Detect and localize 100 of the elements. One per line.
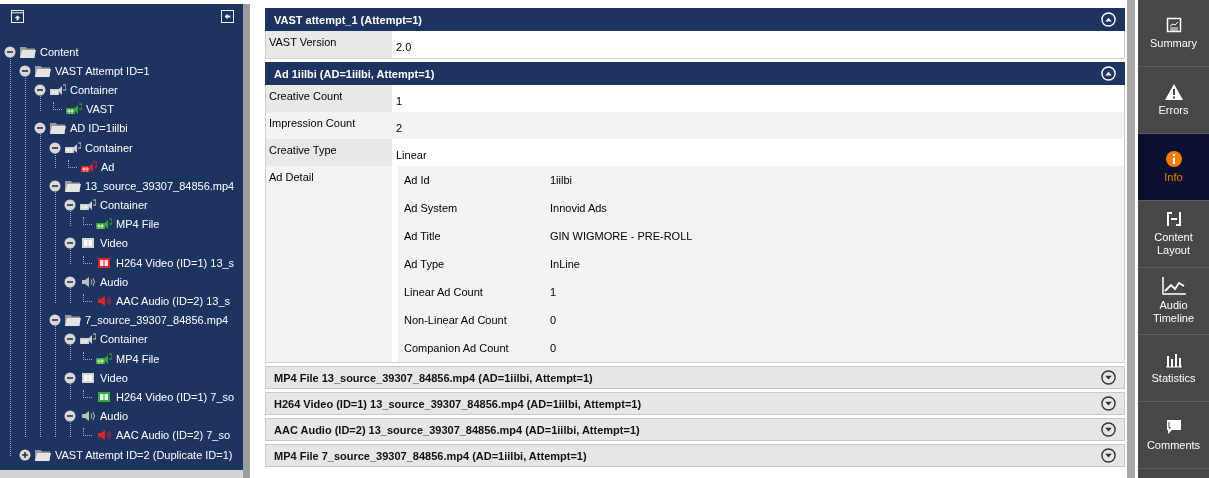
collapse-icon[interactable]	[64, 237, 76, 250]
collapse-icon[interactable]	[64, 333, 76, 346]
section-header[interactable]: AAC Audio (ID=2) 13_source_39307_84856.mp4 (AD=1iilbi, Attempt=1)	[265, 418, 1125, 441]
section-title: MP4 File 13_source_39307_84856.mp4 (AD=1iilbi, Attempt=1)	[274, 371, 593, 384]
scrollbar[interactable]	[243, 4, 250, 478]
expand-icon[interactable]	[19, 448, 31, 461]
scrollbar[interactable]	[1127, 0, 1135, 478]
field-value: 0	[546, 306, 1124, 334]
container-icon	[80, 333, 96, 346]
field-label: Creative Type	[266, 139, 392, 166]
tree-item-label[interactable]: AD ID=1iilbi	[70, 122, 128, 135]
speaker-icon	[80, 275, 96, 288]
field-label: Linear Ad Count	[398, 278, 546, 306]
panel-top-button[interactable]	[11, 10, 24, 23]
collapse-icon[interactable]	[34, 83, 46, 96]
folder-icon	[35, 64, 51, 77]
tree-item-label[interactable]: Container	[100, 199, 148, 212]
tree-item-label[interactable]: Container	[85, 141, 133, 154]
tree-item-label[interactable]: 13_source_39307_84856.mp4	[85, 179, 235, 192]
folder-icon	[20, 45, 36, 58]
tree-item-label[interactable]: H264 Video (ID=1) 7_so	[116, 390, 235, 403]
section-header[interactable]: H264 Video (ID=1) 13_source_39307_84856.mp4 (AD=1iilbi, Attempt=1)	[265, 392, 1125, 415]
panel-left-button[interactable]	[221, 10, 234, 23]
folder-icon	[35, 448, 51, 461]
folder-icon	[65, 179, 81, 192]
section-header[interactable]: Ad 1iilbi (AD=1iilbi, Attempt=1)	[265, 62, 1125, 85]
field-label: VAST Version	[266, 31, 392, 58]
folder-icon	[65, 314, 81, 327]
collapse-icon[interactable]	[49, 141, 61, 154]
expand-icon[interactable]	[1101, 448, 1116, 463]
field-label: Impression Count	[266, 112, 392, 139]
tree-item-label[interactable]: Content	[40, 45, 79, 58]
field-value: Innovid Ads	[546, 194, 1124, 222]
tree-item-label[interactable]: MP4 File	[116, 352, 160, 365]
field-value: 2	[392, 112, 1124, 139]
field-label: Ad Id	[398, 166, 546, 194]
tree-item-label[interactable]: AAC Audio (ID=2) 13_s	[116, 295, 231, 308]
report-icon	[1165, 16, 1182, 33]
container-icon	[65, 141, 81, 154]
line-chart-icon	[1161, 277, 1186, 295]
sidebar-tab[interactable]: Info	[1138, 134, 1209, 201]
container-icon	[50, 83, 66, 96]
tree-item-label[interactable]: VAST Attempt ID=1	[55, 64, 150, 77]
tree-item-label[interactable]: MP4 File	[116, 218, 160, 231]
collapse-icon[interactable]	[64, 199, 76, 212]
field-label: Ad System	[398, 194, 546, 222]
layout-icon	[1165, 211, 1182, 227]
section-title: VAST attempt_1 (Attempt=1)	[274, 13, 422, 26]
section-header[interactable]: MP4 File 7_source_39307_84856.mp4 (AD=1iilbi, Attempt=1)	[265, 444, 1125, 467]
tree-item-label[interactable]: AAC Audio (ID=2) 7_so	[116, 429, 231, 442]
collapse-icon[interactable]	[19, 64, 31, 77]
expand-icon[interactable]	[1101, 396, 1116, 411]
field-value: 0	[546, 334, 1124, 362]
arrow-up-box-icon	[11, 10, 24, 23]
warning-icon	[1164, 83, 1183, 100]
section-title: H264 Video (ID=1) 13_source_39307_84856.mp4 (AD=1iilbi, Attempt=1)	[274, 397, 642, 410]
folder-icon	[50, 122, 66, 135]
collapse-icon[interactable]	[64, 275, 76, 288]
section-header[interactable]: MP4 File 13_source_39307_84856.mp4 (AD=1iilbi, Attempt=1)	[265, 366, 1125, 389]
section-header[interactable]: VAST attempt_1 (Attempt=1)	[265, 8, 1125, 31]
collapse-icon[interactable]	[64, 410, 76, 423]
section-title: Ad 1iilbi (AD=1iilbi, Attempt=1)	[274, 67, 435, 80]
info-icon	[1165, 150, 1182, 167]
film-icon	[80, 371, 96, 384]
tree-item-label[interactable]: VAST Attempt ID=2 (Duplicate ID=1)	[55, 448, 233, 461]
field-value: 1iilbi	[546, 166, 1124, 194]
collapse-icon[interactable]	[4, 45, 16, 58]
tree-item-label[interactable]: Ad	[101, 160, 115, 173]
field-label: Creative Count	[266, 85, 392, 112]
field-label: Ad Detail	[266, 166, 392, 362]
collapse-icon[interactable]	[34, 122, 46, 135]
speaker-icon	[80, 410, 96, 423]
tree-item-label[interactable]: 7_source_39307_84856.mp4	[85, 314, 229, 327]
container-icon	[80, 199, 96, 212]
comment-icon	[1165, 418, 1182, 435]
collapse-icon[interactable]	[64, 371, 76, 384]
tree-item-label[interactable]: Audio	[100, 410, 129, 423]
collapse-icon[interactable]	[49, 314, 61, 327]
field-label: Companion Ad Count	[398, 334, 546, 362]
horizontal-scrollbar[interactable]	[0, 470, 243, 478]
collapse-icon[interactable]	[1101, 66, 1116, 81]
field-label: Ad Title	[398, 222, 546, 250]
field-value: 1	[546, 278, 1124, 306]
tree-item-label[interactable]: Container	[70, 83, 118, 96]
tree-item-label[interactable]: VAST	[86, 103, 114, 116]
expand-icon[interactable]	[1101, 370, 1116, 385]
tree-item-label[interactable]: Audio	[100, 275, 129, 288]
film-icon	[80, 237, 96, 250]
expand-icon[interactable]	[1101, 422, 1116, 437]
tree-item-label[interactable]: H264 Video (ID=1) 13_s	[116, 256, 235, 269]
tree-item-label[interactable]: Video	[100, 237, 128, 250]
collapse-icon[interactable]	[1101, 12, 1116, 27]
collapse-icon[interactable]	[49, 179, 61, 192]
field-label: Ad Type	[398, 250, 546, 278]
field-label: Non-Linear Ad Count	[398, 306, 546, 334]
tree-item-label[interactable]: Video	[100, 371, 128, 384]
bar-chart-icon	[1165, 351, 1182, 368]
section-title: MP4 File 7_source_39307_84856.mp4 (AD=1iilbi, Attempt=1)	[274, 449, 587, 462]
field-value: GIN WIGMORE - PRE-ROLL	[546, 222, 1124, 250]
tree-item-label[interactable]: Container	[100, 333, 148, 346]
